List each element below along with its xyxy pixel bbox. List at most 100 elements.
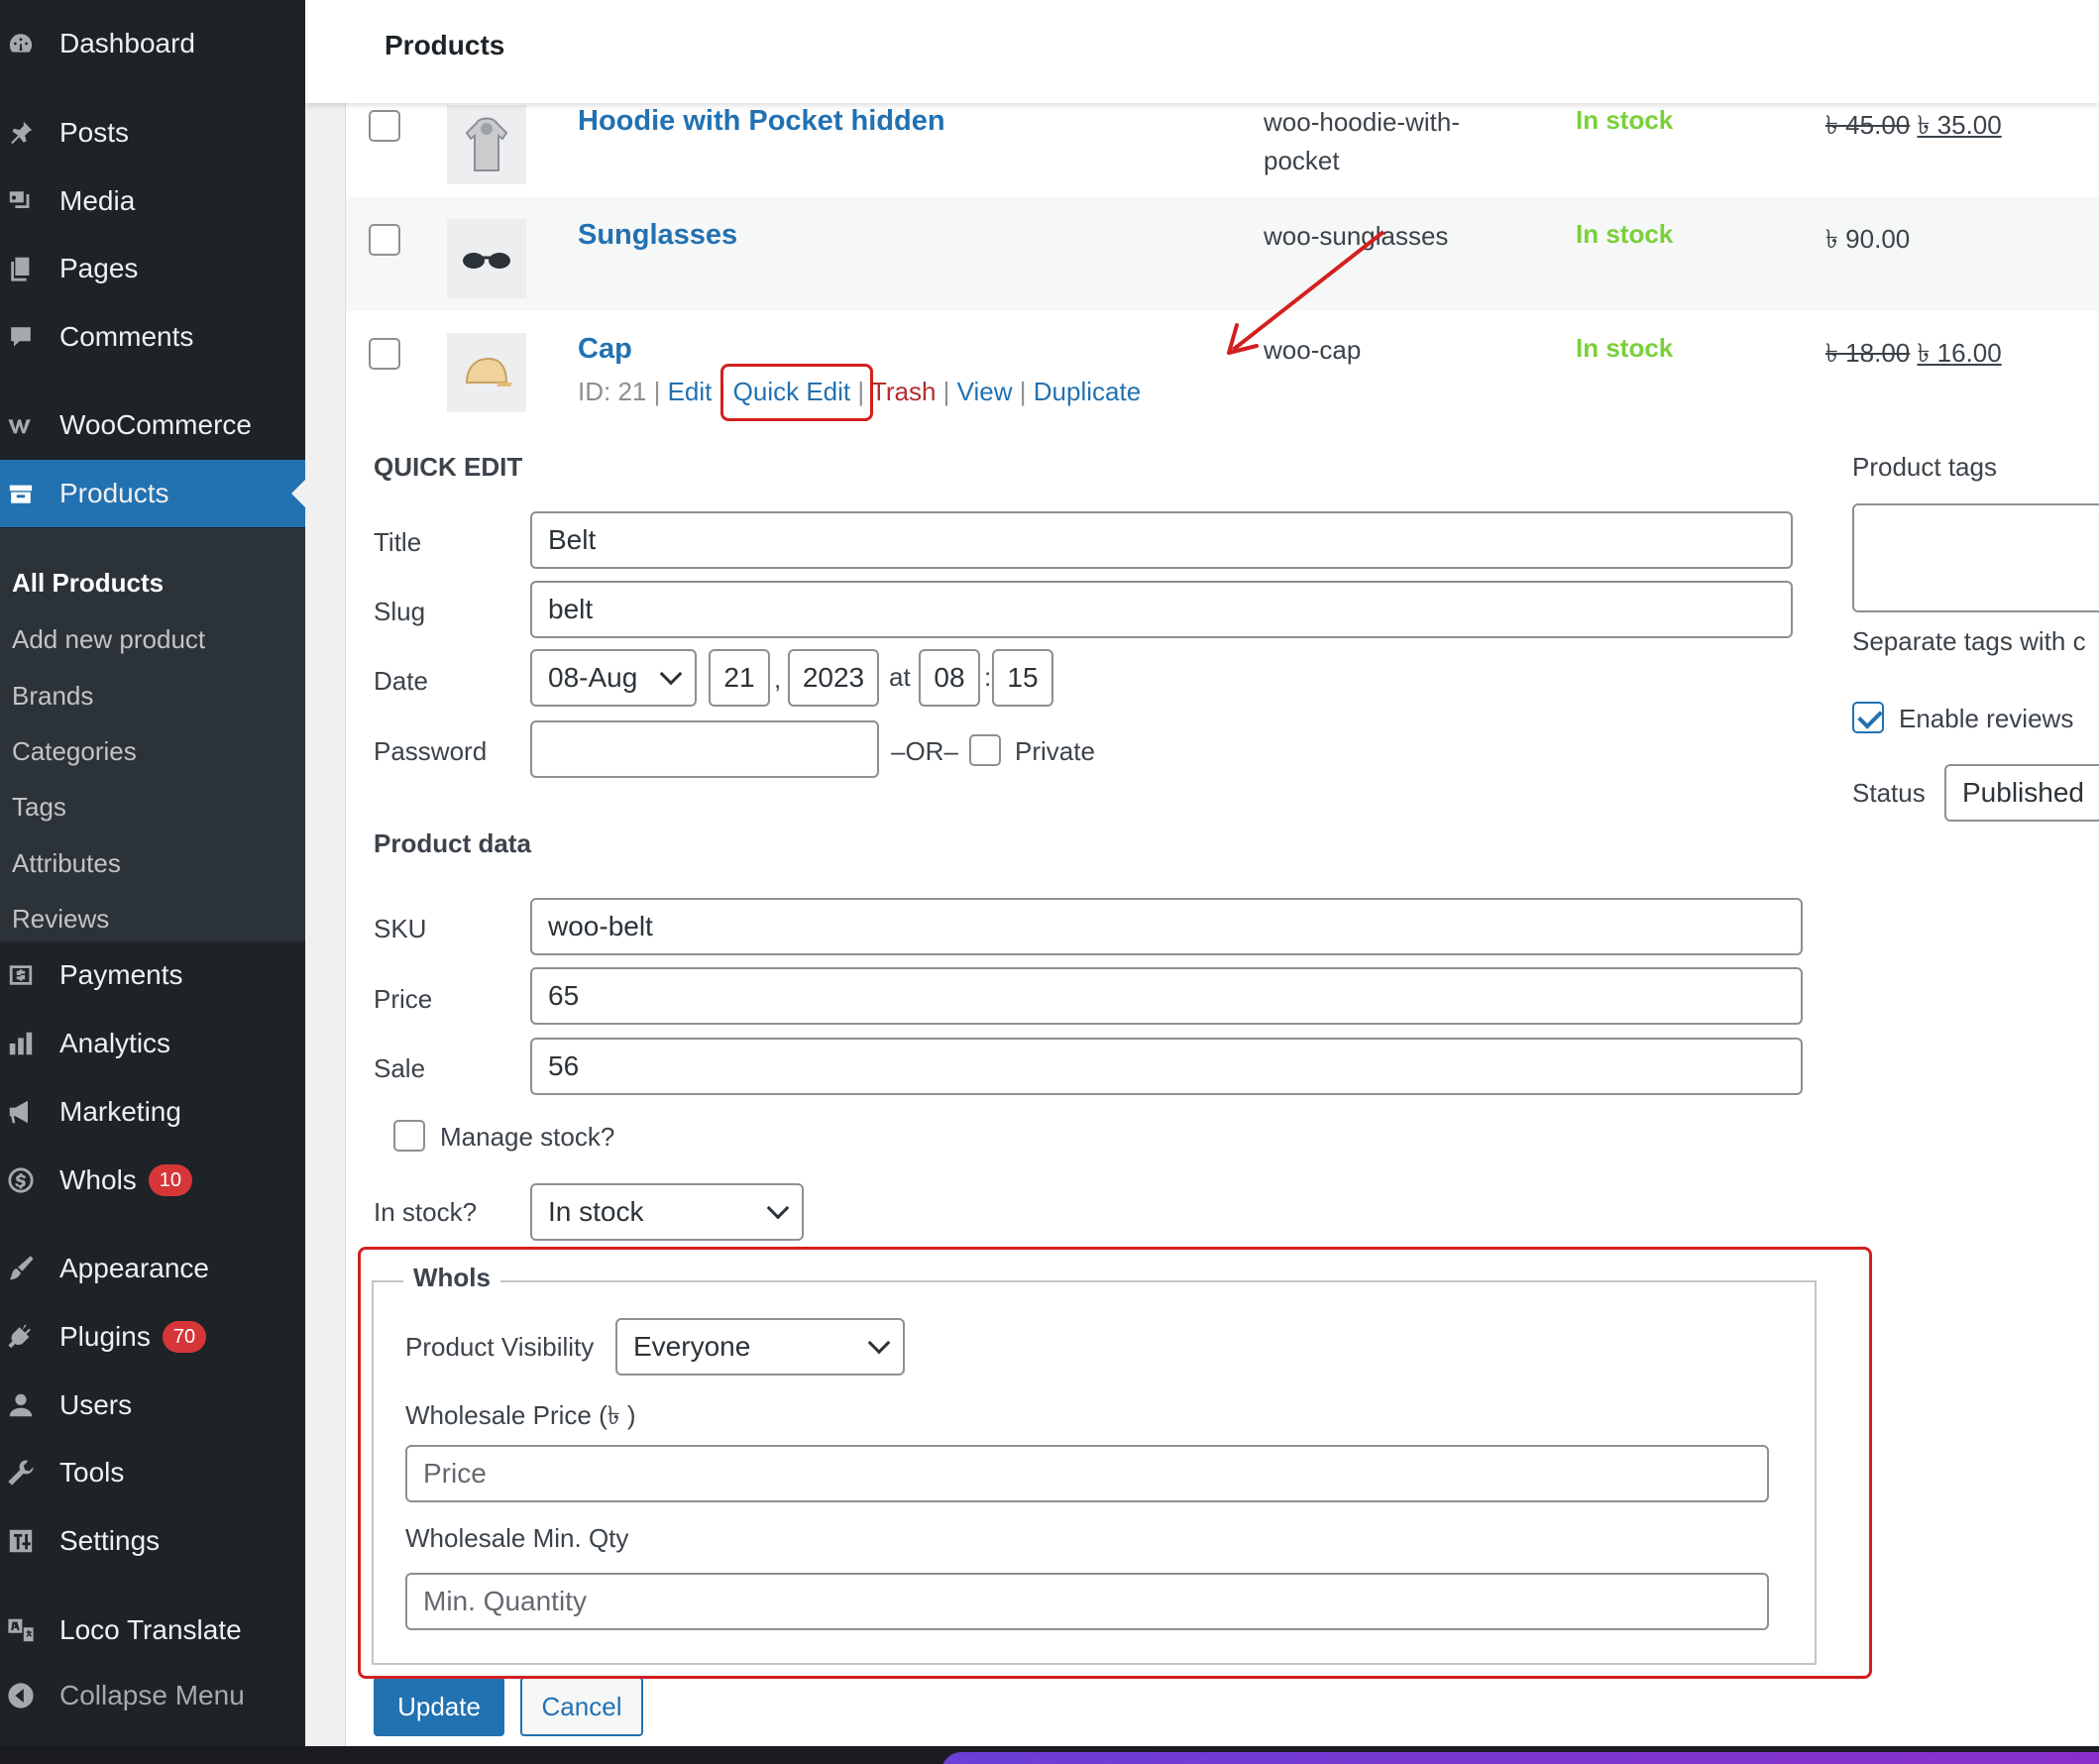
- hoodie-image: [465, 117, 508, 171]
- menu-products-label: Products: [59, 478, 169, 508]
- product-name-link[interactable]: Cap: [578, 333, 632, 366]
- menu-media-label: Media: [59, 185, 136, 216]
- bottom-strip: [0, 1746, 2099, 1764]
- sku-input[interactable]: woo-belt: [530, 898, 1803, 955]
- wholesale-price-input[interactable]: Price: [405, 1445, 1769, 1502]
- submenu-tags[interactable]: Tags: [12, 792, 66, 823]
- price-label: Price: [374, 984, 433, 1014]
- chevron-down-icon: [659, 662, 683, 686]
- menu-woocommerce[interactable]: WooCommerce: [0, 396, 305, 454]
- row-checkbox[interactable]: [369, 224, 400, 256]
- pages-icon: [7, 255, 35, 282]
- product-thumbnail[interactable]: [447, 333, 526, 412]
- separator: |: [857, 377, 865, 406]
- year-input[interactable]: 2023: [788, 649, 879, 707]
- product-visibility-select[interactable]: Everyone: [615, 1318, 905, 1376]
- stock-status-value: In stock: [548, 1196, 644, 1227]
- quick-edit-panel: QUICK EDIT Title Belt Slug belt Date 08-…: [346, 426, 2099, 1746]
- user-icon: [7, 1391, 35, 1419]
- top-bar: Products: [305, 0, 2099, 103]
- manage-stock-checkbox[interactable]: [393, 1120, 425, 1152]
- submenu-categories[interactable]: Categories: [12, 736, 137, 767]
- chevron-down-icon: [867, 1331, 891, 1355]
- brush-icon: [7, 1255, 35, 1282]
- cancel-button[interactable]: Cancel: [520, 1677, 643, 1736]
- product-thumbnail[interactable]: [447, 105, 526, 184]
- row-checkbox[interactable]: [369, 110, 400, 142]
- product-price: ৳ 90.00: [1825, 224, 1911, 254]
- edit-link[interactable]: Edit: [668, 377, 713, 406]
- submenu-all-products[interactable]: All Products: [12, 568, 164, 599]
- quick-edit-link[interactable]: Quick Edit: [733, 377, 851, 406]
- product-name-link[interactable]: Sunglasses: [578, 219, 737, 252]
- product-thumbnail[interactable]: [447, 219, 526, 298]
- pin-icon: [7, 119, 35, 147]
- product-price: ৳ 18.00 ৳ 16.00: [1825, 333, 2002, 377]
- row-checkbox[interactable]: [369, 338, 400, 370]
- enable-reviews-checkbox[interactable]: [1852, 702, 1884, 733]
- menu-whols-label: Whols: [59, 1164, 137, 1195]
- submenu-reviews[interactable]: Reviews: [12, 904, 109, 935]
- password-input[interactable]: [530, 720, 879, 778]
- time-colon: :: [984, 662, 992, 692]
- private-checkbox[interactable]: [969, 734, 1001, 766]
- submenu-attributes[interactable]: Attributes: [12, 848, 121, 879]
- status-select[interactable]: Published: [1944, 764, 2099, 822]
- menu-plugins[interactable]: Plugins 70: [0, 1308, 305, 1366]
- menu-comments[interactable]: Comments: [0, 308, 305, 366]
- menu-marketing[interactable]: Marketing: [0, 1083, 305, 1141]
- title-input[interactable]: Belt: [530, 511, 1793, 569]
- product-name-link[interactable]: Hoodie with Pocket hidden: [578, 105, 945, 138]
- tags-help-text: Separate tags with c: [1852, 626, 2086, 656]
- menu-collapse[interactable]: Collapse Menu: [0, 1667, 305, 1724]
- stock-status: In stock: [1576, 105, 1674, 135]
- menu-appearance[interactable]: Appearance: [0, 1240, 305, 1297]
- month-select[interactable]: 08-Aug: [530, 649, 697, 707]
- woo-icon: [7, 411, 35, 439]
- menu-analytics[interactable]: Analytics: [0, 1015, 305, 1072]
- stock-status: In stock: [1576, 219, 1674, 249]
- menu-products[interactable]: Products: [0, 460, 305, 527]
- menu-comments-label: Comments: [59, 321, 194, 352]
- wholesale-min-qty-input[interactable]: Min. Quantity: [405, 1573, 1769, 1630]
- sunglasses-image: [463, 253, 510, 269]
- day-input[interactable]: 21: [709, 649, 770, 707]
- view-link[interactable]: View: [957, 377, 1013, 406]
- menu-plugins-label: Plugins: [59, 1321, 151, 1352]
- menu-analytics-label: Analytics: [59, 1028, 171, 1058]
- menu-whols[interactable]: Whols 10: [0, 1152, 305, 1209]
- chevron-down-icon: [766, 1196, 790, 1220]
- hour-input[interactable]: 08: [919, 649, 980, 707]
- trash-link[interactable]: Trash: [871, 377, 937, 406]
- menu-media[interactable]: Media: [0, 172, 305, 230]
- product-tags-textarea[interactable]: [1852, 503, 2099, 612]
- update-button[interactable]: Update: [374, 1677, 504, 1736]
- menu-payments[interactable]: Payments: [0, 946, 305, 1004]
- slug-input[interactable]: belt: [530, 581, 1793, 638]
- price-input[interactable]: 65: [530, 967, 1803, 1025]
- products-submenu: All Products Add new product Brands Cate…: [0, 528, 305, 941]
- separator: |: [718, 377, 726, 406]
- sale-input[interactable]: 56: [530, 1038, 1803, 1095]
- submenu-brands[interactable]: Brands: [12, 681, 93, 712]
- product-id: ID: 21 |: [578, 377, 661, 406]
- menu-loco-translate[interactable]: Loco Translate: [0, 1601, 305, 1659]
- page-title: Products: [385, 30, 505, 60]
- menu-users[interactable]: Users: [0, 1377, 305, 1434]
- slug-label: Slug: [374, 597, 426, 626]
- minute-input[interactable]: 15: [992, 649, 1053, 707]
- date-comma: ,: [774, 664, 782, 694]
- dollar-box-icon: [7, 961, 35, 989]
- submenu-add-new-product[interactable]: Add new product: [12, 624, 205, 655]
- menu-dashboard[interactable]: Dashboard: [0, 15, 305, 72]
- menu-settings[interactable]: Settings: [0, 1512, 305, 1570]
- stock-status-select[interactable]: In stock: [530, 1183, 804, 1241]
- password-label: Password: [374, 736, 488, 766]
- dollar-circle-icon: [7, 1166, 35, 1194]
- menu-posts[interactable]: Posts: [0, 104, 305, 162]
- duplicate-link[interactable]: Duplicate: [1034, 377, 1141, 406]
- menu-payments-label: Payments: [59, 959, 183, 990]
- bottom-gradient: [941, 1752, 2099, 1764]
- menu-tools[interactable]: Tools: [0, 1444, 305, 1501]
- menu-pages[interactable]: Pages: [0, 240, 305, 297]
